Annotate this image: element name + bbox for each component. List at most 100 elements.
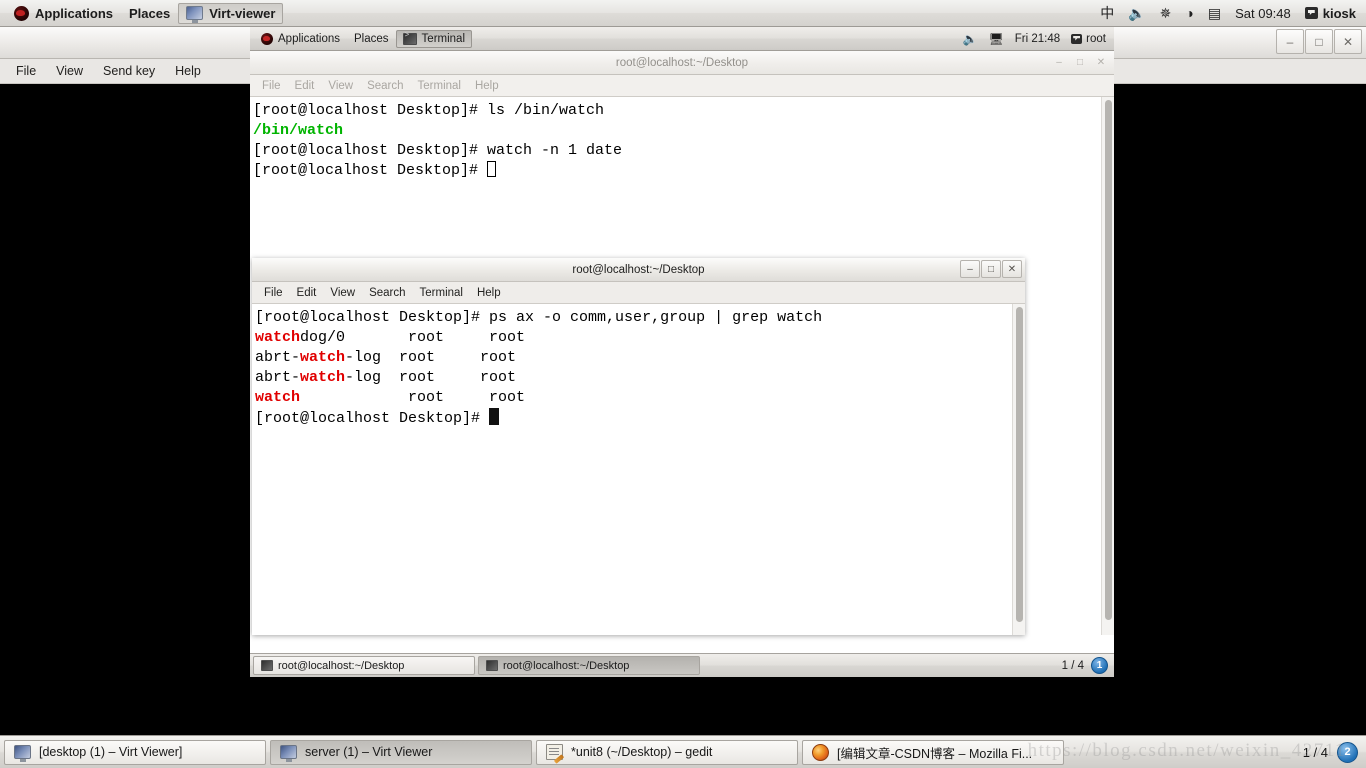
- terminal-cursor: [489, 408, 500, 425]
- monitor-icon: [280, 745, 297, 762]
- terminal-back-titlebar[interactable]: root@localhost:~/Desktop – □ ✕: [250, 51, 1114, 75]
- host-task-firefox[interactable]: [编辑文章-CSDN博客 – Mozilla Fi...: [802, 739, 1064, 765]
- menu-terminal[interactable]: Terminal: [412, 78, 467, 94]
- host-task-label: [desktop (1) – Virt Viewer]: [39, 745, 183, 759]
- menu-edit[interactable]: Edit: [289, 78, 321, 94]
- fedora-logo-icon: [261, 32, 273, 45]
- guest-window-menu-terminal[interactable]: Terminal: [395, 29, 473, 48]
- terminal-text: dog/0 root root: [300, 329, 526, 346]
- terminal-front-output: [root@localhost Desktop]# ps ax -o comm,…: [255, 308, 1025, 429]
- terminal-text: watch: [300, 349, 346, 366]
- guest-panel-left: Applications Places Terminal: [250, 29, 473, 48]
- host-window-menu-virt-viewer[interactable]: Virt-viewer: [178, 2, 284, 24]
- menu-file[interactable]: File: [258, 285, 289, 301]
- guest-task-terminal-2[interactable]: root@localhost:~/Desktop: [478, 656, 700, 675]
- menu-view[interactable]: View: [324, 285, 361, 301]
- terminal-text: [root@localhost Desktop]# ps ax -o comm,…: [255, 309, 823, 326]
- terminal-front-titlebar[interactable]: root@localhost:~/Desktop – □ ✕: [252, 258, 1025, 282]
- terminal-line: [root@localhost Desktop]# ls /bin/watch: [253, 101, 1114, 121]
- terminal-line: watchdog/0 root root: [255, 328, 1025, 348]
- terminal-front-scrollbar[interactable]: [1012, 304, 1025, 635]
- volume-icon[interactable]: 🔈: [1128, 6, 1145, 20]
- menu-search[interactable]: Search: [363, 285, 411, 301]
- terminal-text: [root@localhost Desktop]# watch -n 1 dat…: [253, 142, 623, 159]
- terminal-back-window-buttons: – □ ✕: [1049, 53, 1111, 71]
- menu-view[interactable]: View: [322, 78, 359, 94]
- terminal-line: watch root root: [255, 388, 1025, 408]
- guest-taskbar: root@localhost:~/Desktop root@localhost:…: [250, 653, 1114, 677]
- guest-user-label: root: [1086, 32, 1106, 45]
- host-task-label: server (1) – Virt Viewer: [305, 745, 433, 759]
- terminal-text: abrt-: [255, 349, 301, 366]
- host-workspace-pager[interactable]: 1 / 4: [1303, 745, 1328, 760]
- menu-send-key[interactable]: Send key: [95, 61, 163, 81]
- host-task-label: [编辑文章-CSDN博客 – Mozilla Fi...: [837, 746, 1033, 761]
- close-button[interactable]: ✕: [1002, 260, 1022, 278]
- host-task-server-virt-viewer[interactable]: server (1) – Virt Viewer: [270, 739, 532, 765]
- menu-help[interactable]: Help: [167, 61, 209, 81]
- menu-file[interactable]: File: [256, 78, 287, 94]
- minimize-button[interactable]: –: [960, 260, 980, 278]
- terminal-text: -log root root: [345, 349, 517, 366]
- menu-search[interactable]: Search: [361, 78, 409, 94]
- terminal-text: watch: [255, 389, 301, 406]
- host-places-label: Places: [129, 5, 171, 21]
- guest-task-label: root@localhost:~/Desktop: [503, 659, 630, 672]
- volume-icon[interactable]: 🔈: [963, 32, 978, 46]
- terminal-front-window-buttons: – □ ✕: [960, 260, 1022, 278]
- monitor-icon: [14, 745, 31, 762]
- guest-clock[interactable]: Fri 21:48: [1015, 33, 1060, 45]
- host-user-menu[interactable]: kiosk: [1304, 5, 1356, 21]
- terminal-line: [root@localhost Desktop]#: [255, 408, 1025, 429]
- user-icon: [1071, 33, 1083, 44]
- input-method-icon[interactable]: 中: [1100, 6, 1114, 20]
- wifi-icon[interactable]: ◑: [1185, 6, 1193, 20]
- maximize-button[interactable]: □: [981, 260, 1001, 278]
- terminal-line: /bin/watch: [253, 121, 1114, 141]
- guest-panel-status-area: 🔈 🖥 Fri 21:48 root: [963, 32, 1114, 46]
- guest-window-menu-label: Terminal: [421, 32, 466, 45]
- guest-user-menu[interactable]: root: [1071, 33, 1106, 45]
- host-user-label: kiosk: [1322, 5, 1356, 21]
- close-button[interactable]: ✕: [1091, 53, 1111, 71]
- host-places-menu[interactable]: Places: [121, 3, 178, 24]
- maximize-button[interactable]: □: [1305, 29, 1333, 54]
- guest-task-terminal-1[interactable]: root@localhost:~/Desktop: [253, 656, 475, 675]
- menu-file[interactable]: File: [8, 61, 44, 81]
- host-panel-status-area: 中 🔈 ✵ ◑ ▤ Sat 09:48 kiosk: [1100, 6, 1366, 21]
- terminal-back-scrollbar[interactable]: [1101, 97, 1114, 635]
- terminal-text: [root@localhost Desktop]#: [255, 410, 490, 427]
- menu-edit[interactable]: Edit: [291, 285, 323, 301]
- guest-applications-menu[interactable]: Applications: [254, 30, 347, 48]
- menu-terminal[interactable]: Terminal: [414, 285, 469, 301]
- minimize-button[interactable]: –: [1276, 29, 1304, 54]
- battery-icon[interactable]: ▤: [1208, 6, 1221, 20]
- minimize-button[interactable]: –: [1049, 53, 1069, 71]
- bluetooth-icon[interactable]: ✵: [1160, 6, 1172, 20]
- host-workspace-indicator[interactable]: 2: [1337, 741, 1358, 763]
- menu-help[interactable]: Help: [471, 285, 507, 301]
- host-task-gedit[interactable]: *unit8 (~/Desktop) – gedit: [536, 739, 798, 765]
- terminal-line: abrt-watch-log root root: [255, 348, 1025, 368]
- host-applications-menu[interactable]: Applications: [6, 3, 121, 24]
- menu-view[interactable]: View: [48, 61, 91, 81]
- terminal-cursor: [487, 161, 497, 177]
- terminal-icon: [486, 660, 498, 671]
- terminal-front-body[interactable]: [root@localhost Desktop]# ps ax -o comm,…: [252, 304, 1025, 635]
- guest-applications-label: Applications: [278, 32, 341, 45]
- network-icon[interactable]: 🖥: [989, 32, 1004, 46]
- host-task-label: *unit8 (~/Desktop) – gedit: [571, 745, 713, 759]
- host-taskbar: [desktop (1) – Virt Viewer] server (1) –…: [0, 735, 1366, 768]
- terminal-line: abrt-watch-log root root: [255, 368, 1025, 388]
- guest-places-menu[interactable]: Places: [347, 30, 396, 48]
- host-task-desktop-virt-viewer[interactable]: [desktop (1) – Virt Viewer]: [4, 739, 266, 765]
- guest-task-label: root@localhost:~/Desktop: [278, 659, 405, 672]
- close-button[interactable]: ✕: [1334, 29, 1362, 54]
- menu-help[interactable]: Help: [469, 78, 505, 94]
- maximize-button[interactable]: □: [1070, 53, 1090, 71]
- guest-workspace-indicator[interactable]: 1: [1091, 657, 1108, 674]
- terminal-window-front[interactable]: root@localhost:~/Desktop – □ ✕ File Edit…: [252, 258, 1025, 635]
- host-clock[interactable]: Sat 09:48: [1235, 6, 1291, 21]
- guest-workspace-pager[interactable]: 1 / 4: [1062, 660, 1084, 672]
- terminal-line: [root@localhost Desktop]# ps ax -o comm,…: [255, 308, 1025, 328]
